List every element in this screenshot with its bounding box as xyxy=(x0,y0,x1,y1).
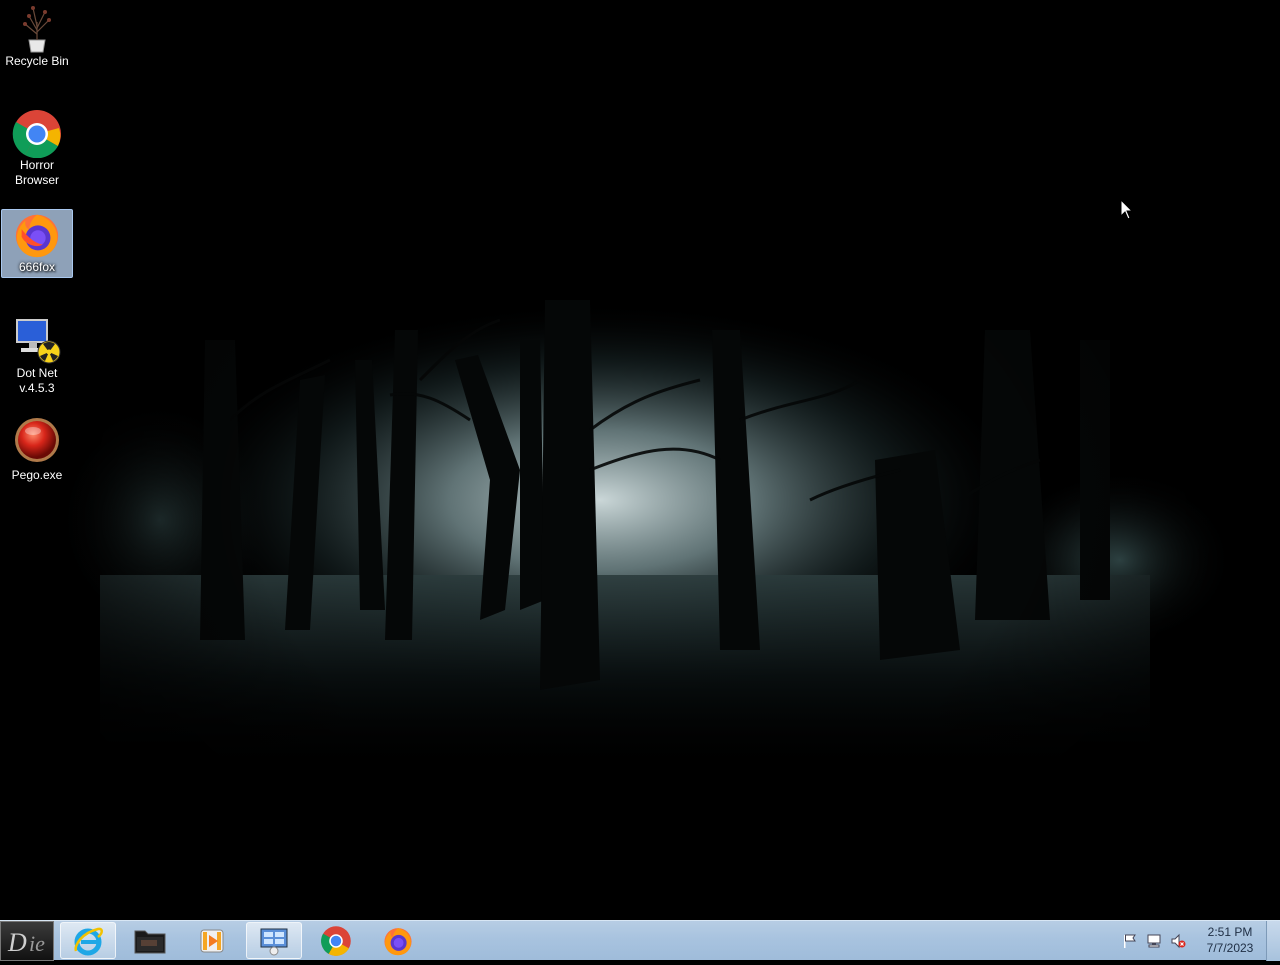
folder-icon xyxy=(134,930,166,953)
clock-time: 2:51 PM xyxy=(1207,925,1253,939)
media-player-icon xyxy=(200,929,224,952)
red-orb-icon xyxy=(15,418,59,462)
chrome-icon xyxy=(12,110,61,158)
desktop-icon-666fox[interactable]: 666fox xyxy=(1,209,73,278)
recycle-bin-icon xyxy=(23,6,51,53)
firefox-icon xyxy=(384,927,412,955)
firefox-icon xyxy=(15,214,59,258)
desktop-icon-label: Dot Net v.4.5.3 xyxy=(16,366,58,395)
taskbar-button-control-panel[interactable] xyxy=(246,922,302,959)
start-logo-icon: D ie xyxy=(7,928,45,957)
start-button[interactable]: D ie xyxy=(0,921,54,961)
desktop-icon-dot-net[interactable]: Dot Net v.4.5.3 xyxy=(1,314,73,396)
taskbar-clock[interactable]: 2:51 PM 7/7/2023 xyxy=(1198,924,1262,956)
svg-text:ie: ie xyxy=(29,931,45,956)
desktop-icon-horror-browser[interactable]: Horror Browser xyxy=(1,106,73,192)
chrome-icon xyxy=(321,925,351,956)
taskbar-button-internet-explorer[interactable] xyxy=(60,922,116,959)
taskbar-button-firefox[interactable] xyxy=(370,922,426,959)
desktop-icon-label: Horror Browser xyxy=(14,158,59,187)
taskbar: D ie 2:51 PM 7/7/2023 xyxy=(0,920,1280,961)
dark-forest-wallpaper xyxy=(0,0,1280,920)
desktop-icon-label: Recycle Bin xyxy=(5,54,69,68)
desktop-icon-pego[interactable]: Pego.exe xyxy=(1,416,73,482)
desktop-icon-label: 666fox xyxy=(18,260,56,274)
desktop-icon-recycle-bin[interactable]: Recycle Bin xyxy=(1,2,73,74)
network-icon[interactable] xyxy=(1146,933,1162,949)
taskbar-button-media-player[interactable] xyxy=(184,922,240,959)
clock-date: 7/7/2023 xyxy=(1206,941,1254,955)
installer-icon xyxy=(16,319,61,364)
ie-icon xyxy=(74,927,103,955)
mouse-pointer-icon xyxy=(1120,199,1134,220)
taskbar-button-file-explorer[interactable] xyxy=(122,922,178,959)
volume-muted-icon[interactable] xyxy=(1170,933,1186,949)
desktop-wallpaper xyxy=(0,0,1280,920)
control-panel-icon xyxy=(260,928,288,955)
taskbar-button-chrome[interactable] xyxy=(308,922,364,959)
desktop-icon-label: Pego.exe xyxy=(11,468,63,482)
show-desktop-button[interactable] xyxy=(1266,921,1280,961)
svg-text:D: D xyxy=(7,928,27,957)
action-center-flag-icon[interactable] xyxy=(1122,933,1138,949)
